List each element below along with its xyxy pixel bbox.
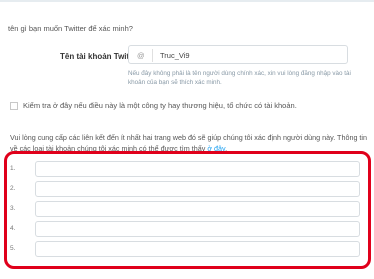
field-separator: [152, 49, 153, 62]
link-number: 1.: [10, 165, 16, 172]
instructions-body: Vui lòng cung cấp các liên kết đến ít nh…: [10, 133, 368, 153]
top-divider: [0, 0, 374, 2]
link-row: 1.: [10, 161, 360, 177]
link-input-3[interactable]: [35, 201, 360, 217]
intro-text: tên gì bạn muốn Twitter để xác minh?: [8, 24, 133, 33]
company-checkbox[interactable]: [10, 102, 18, 110]
link-number: 5.: [10, 245, 16, 252]
link-row: 5.: [10, 241, 360, 257]
link-row: 3.: [10, 201, 360, 217]
link-input-2[interactable]: [35, 181, 360, 197]
link-input-5[interactable]: [35, 241, 360, 257]
company-checkbox-label: Kiểm tra ở đây nếu điều này là một công …: [23, 101, 297, 110]
link-number: 2.: [10, 185, 16, 192]
link-input-4[interactable]: [35, 221, 360, 237]
username-field[interactable]: @ Truc_Vi9: [128, 45, 348, 64]
username-help-text: Nếu đây không phải là tên người dùng chí…: [128, 70, 351, 86]
at-icon: @: [137, 51, 145, 60]
link-row: 4.: [10, 221, 360, 237]
username-value[interactable]: Truc_Vi9: [160, 51, 190, 60]
link-row: 2.: [10, 181, 360, 197]
link-number: 4.: [10, 225, 16, 232]
link-input-1[interactable]: [35, 161, 360, 177]
link-number: 3.: [10, 205, 16, 212]
